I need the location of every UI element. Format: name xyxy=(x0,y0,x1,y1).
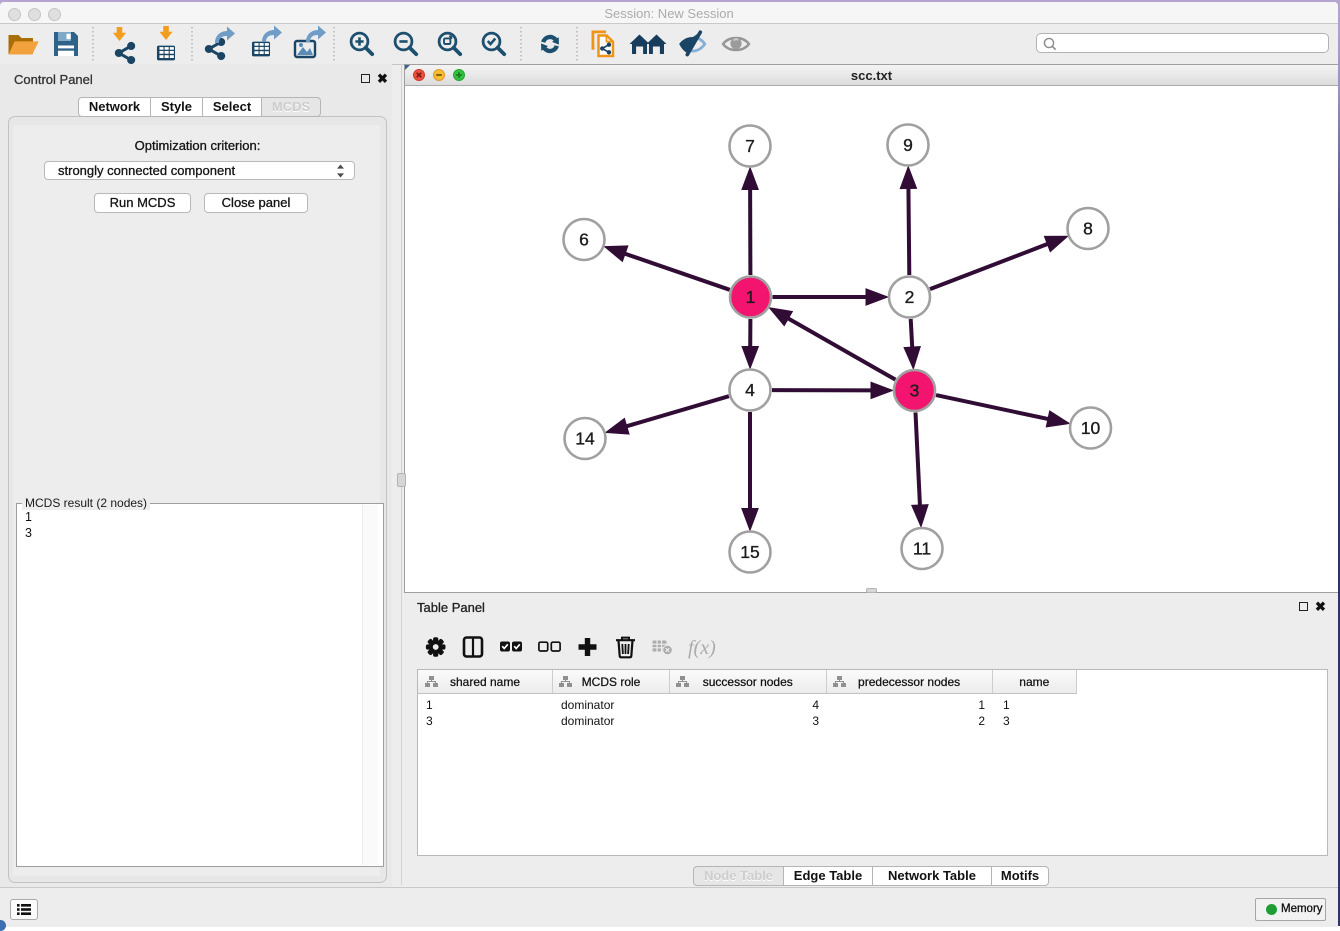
svg-text:4: 4 xyxy=(745,380,755,400)
svg-text:10: 10 xyxy=(1081,418,1101,438)
svg-text:11: 11 xyxy=(913,539,931,559)
svg-text:f(x): f(x) xyxy=(688,637,716,659)
svg-text:15: 15 xyxy=(740,542,759,562)
svg-text:8: 8 xyxy=(1083,219,1093,239)
svg-text:9: 9 xyxy=(903,135,913,155)
svg-text:14: 14 xyxy=(575,429,595,449)
svg-text:7: 7 xyxy=(745,136,755,156)
svg-text:2: 2 xyxy=(905,287,915,307)
svg-text:3: 3 xyxy=(910,381,920,401)
svg-text:1: 1 xyxy=(746,287,756,307)
svg-text:6: 6 xyxy=(579,230,589,250)
